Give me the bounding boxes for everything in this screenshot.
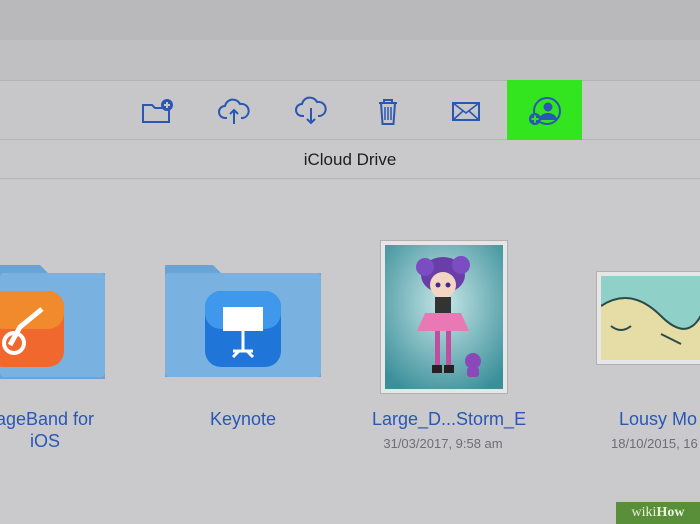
file-name-large-d-storm: Large_D...Storm_E (372, 409, 527, 429)
file-item-large-d-storm[interactable] (380, 240, 508, 394)
folder-icon (0, 265, 105, 379)
file-name-line: iOS (29, 431, 60, 451)
image-thumbnail (601, 276, 700, 360)
download-icon (295, 96, 327, 125)
file-name-lousy-mo: Lousy Mo (619, 409, 698, 429)
file-name-garageband: ageBand for iOS (0, 408, 100, 452)
file-item-garageband[interactable] (0, 255, 105, 379)
folder-icon (165, 265, 321, 377)
file-name-keynote: Keynote (209, 409, 277, 429)
file-name-line: ageBand for (0, 409, 95, 429)
watermark-wiki: wiki (631, 505, 657, 520)
image-thumbnail (385, 245, 503, 389)
mail-button[interactable] (446, 95, 486, 127)
file-grid: ageBand for iOS Keynote Large_D...Storm_… (0, 179, 700, 524)
wikihow-watermark: wiki How (616, 502, 700, 524)
navigation-bar (0, 40, 700, 81)
share-person-icon (529, 97, 561, 125)
download-button[interactable] (291, 95, 331, 127)
title-bar: iCloud Drive (0, 140, 700, 179)
upload-icon (218, 98, 250, 124)
file-item-lousy-mo[interactable] (596, 271, 700, 365)
mail-icon (452, 102, 480, 121)
new-folder-icon (142, 99, 173, 123)
delete-button[interactable] (368, 95, 408, 127)
file-date: 18/10/2015, 16 (611, 436, 698, 451)
add-people-button[interactable] (507, 80, 582, 145)
watermark-how: How (656, 505, 685, 520)
upload-button[interactable] (214, 95, 254, 127)
trash-icon (379, 99, 397, 125)
new-folder-button[interactable] (137, 95, 177, 127)
toolbar (0, 81, 700, 140)
file-item-keynote[interactable] (165, 255, 321, 379)
status-bar (0, 0, 700, 40)
file-date: 31/03/2017, 9:58 am (383, 436, 503, 451)
page-title: iCloud Drive (303, 150, 397, 169)
